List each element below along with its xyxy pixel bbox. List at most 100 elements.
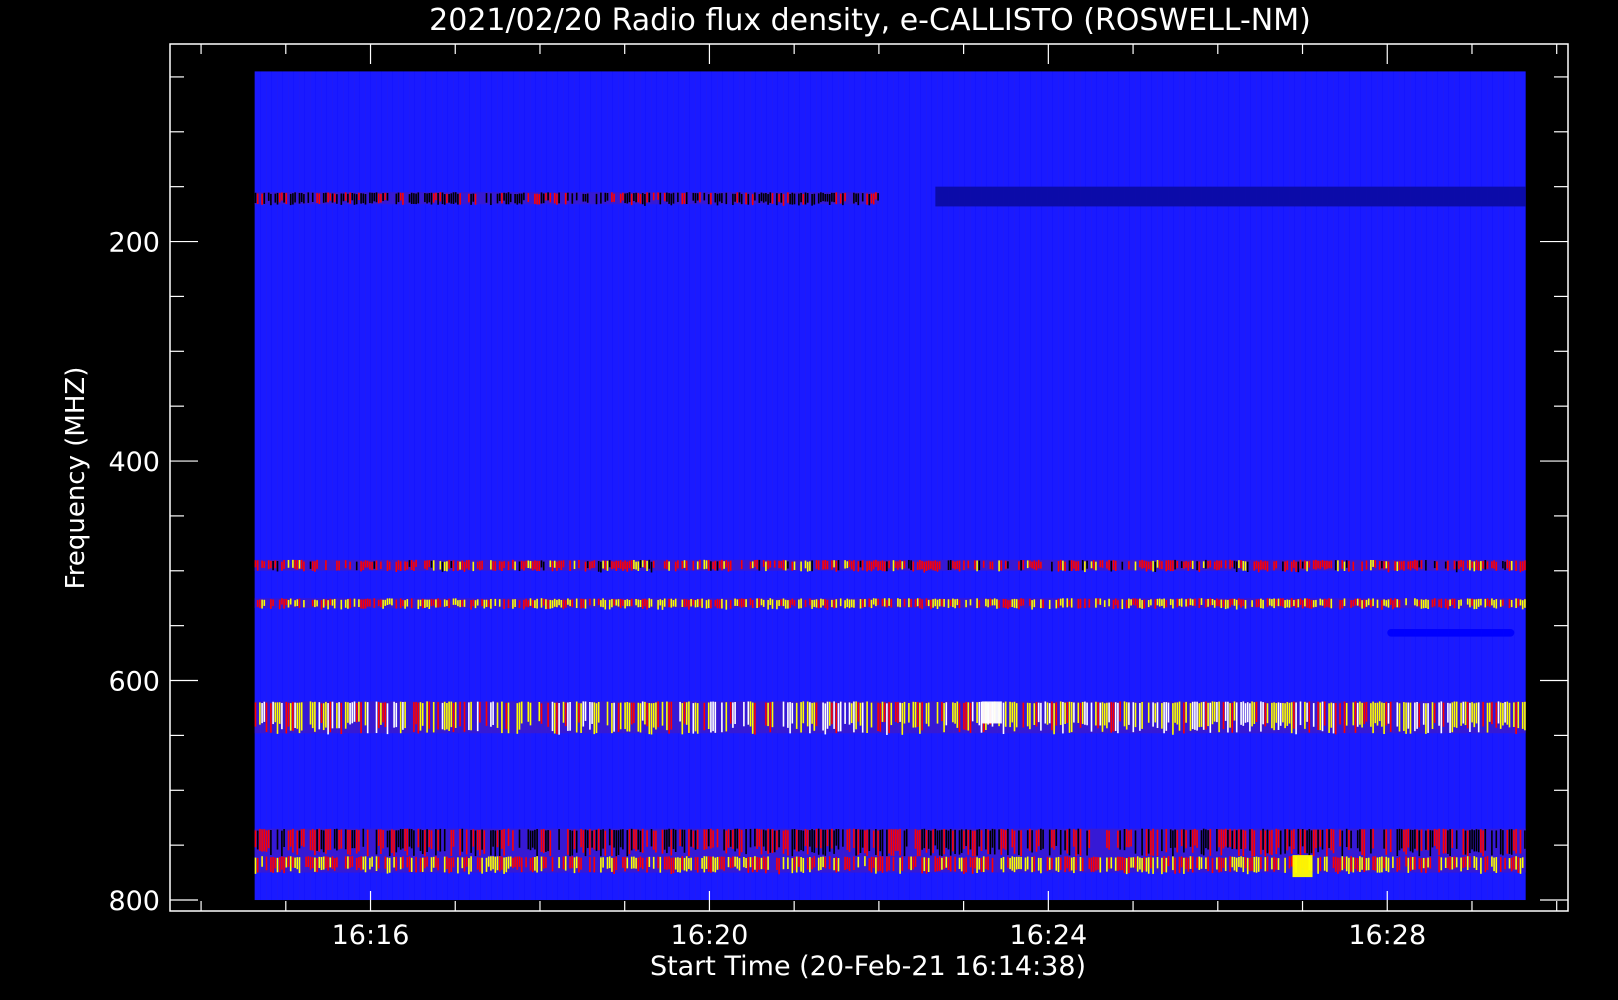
band-stripe xyxy=(1480,857,1482,874)
band-stripe xyxy=(580,857,582,870)
band-stripe xyxy=(1216,857,1218,870)
band-stripe xyxy=(461,828,464,852)
band-stripe xyxy=(681,561,684,569)
band-stripe xyxy=(1515,598,1517,608)
band-stripe xyxy=(454,702,457,728)
band-stripe xyxy=(461,560,464,570)
band-stripe xyxy=(1106,561,1108,569)
band-stripe xyxy=(1185,701,1187,723)
band-stripe xyxy=(813,830,816,853)
band-stripe xyxy=(912,701,915,728)
band-stripe xyxy=(589,561,591,570)
band-stripe xyxy=(1158,560,1161,569)
band-stripe xyxy=(362,561,365,571)
band-stripe xyxy=(943,829,945,855)
band-stripe xyxy=(276,829,279,850)
band-stripe xyxy=(899,828,901,856)
band-stripe xyxy=(925,703,928,724)
band-stripe xyxy=(692,599,695,606)
band-stripe xyxy=(758,193,761,203)
band-stripe xyxy=(1224,828,1227,847)
band-stripe xyxy=(549,560,552,568)
band-stripe xyxy=(1156,598,1159,606)
band-stripe xyxy=(1117,830,1119,848)
band-stripe xyxy=(1121,599,1124,610)
band-stripe xyxy=(1400,561,1403,570)
band-stripe xyxy=(349,192,351,204)
band-stripe xyxy=(1288,856,1291,869)
band-stripe xyxy=(639,830,642,853)
band-stripe xyxy=(1484,856,1487,873)
band-stripe xyxy=(817,857,820,871)
band-stripe xyxy=(831,599,833,608)
band-stripe xyxy=(982,856,985,873)
band-stripe xyxy=(912,856,915,870)
band-stripe xyxy=(985,856,987,870)
band-stripe xyxy=(496,830,499,848)
band-stripe xyxy=(729,830,732,847)
band-stripe xyxy=(991,857,994,873)
band-stripe xyxy=(281,856,283,870)
band-stripe xyxy=(481,857,483,874)
band-stripe xyxy=(1381,856,1383,873)
band-stripe xyxy=(1515,702,1517,734)
band-stripe xyxy=(562,560,565,568)
band-stripe xyxy=(1317,701,1319,730)
band-stripe xyxy=(769,598,772,606)
band-stripe xyxy=(844,560,846,569)
band-stripe xyxy=(1235,857,1238,872)
band-stripe xyxy=(1222,829,1225,849)
band-stripe xyxy=(470,193,472,205)
band-stripe xyxy=(958,703,961,733)
band-stripe xyxy=(1297,561,1300,573)
band-stripe xyxy=(426,599,428,608)
band-stripe xyxy=(1191,701,1194,730)
band-stripe xyxy=(1249,858,1251,872)
band-stripe xyxy=(1312,560,1315,570)
band-stripe xyxy=(1246,702,1249,723)
band-stripe xyxy=(382,193,384,202)
band-stripe xyxy=(1348,830,1350,850)
band-stripe xyxy=(1224,701,1227,721)
band-stripe xyxy=(1475,829,1478,852)
band-stripe xyxy=(320,857,323,871)
band-stripe xyxy=(1213,561,1216,570)
band-stripe xyxy=(908,856,910,870)
band-stripe xyxy=(377,829,380,846)
band-stripe xyxy=(633,193,635,202)
band-stripe xyxy=(1449,829,1451,857)
band-stripe xyxy=(410,560,413,570)
band-stripe xyxy=(1383,561,1385,570)
band-stripe xyxy=(1275,828,1278,855)
band-stripe xyxy=(868,560,871,570)
band-stripe xyxy=(443,599,446,607)
band-stripe xyxy=(384,856,387,869)
band-stripe xyxy=(318,193,321,205)
band-stripe xyxy=(476,701,479,732)
band-stripe xyxy=(569,599,571,607)
band-stripe xyxy=(529,598,532,606)
band-stripe xyxy=(1037,702,1040,723)
band-stripe xyxy=(281,192,283,201)
band-stripe xyxy=(1508,858,1511,869)
band-stripe xyxy=(1431,599,1434,608)
band-stripe xyxy=(1112,560,1115,570)
band-stripe xyxy=(558,702,560,735)
band-stripe xyxy=(769,560,772,568)
band-stripe xyxy=(327,703,329,735)
band-stripe xyxy=(322,703,325,731)
band-stripe xyxy=(1383,702,1385,735)
band-stripe xyxy=(1403,560,1405,571)
band-stripe xyxy=(1521,561,1524,572)
band-stripe xyxy=(635,857,637,869)
band-stripe xyxy=(613,561,615,569)
band-stripe xyxy=(523,561,525,571)
band-stripe xyxy=(1022,560,1025,570)
band-stripe xyxy=(1079,856,1082,872)
band-stripe xyxy=(1099,702,1102,726)
band-stripe xyxy=(1499,599,1502,607)
band-stripe xyxy=(1059,829,1062,855)
band-stripe xyxy=(1161,599,1163,606)
band-stripe xyxy=(1352,702,1355,726)
band-stripe xyxy=(448,193,450,203)
